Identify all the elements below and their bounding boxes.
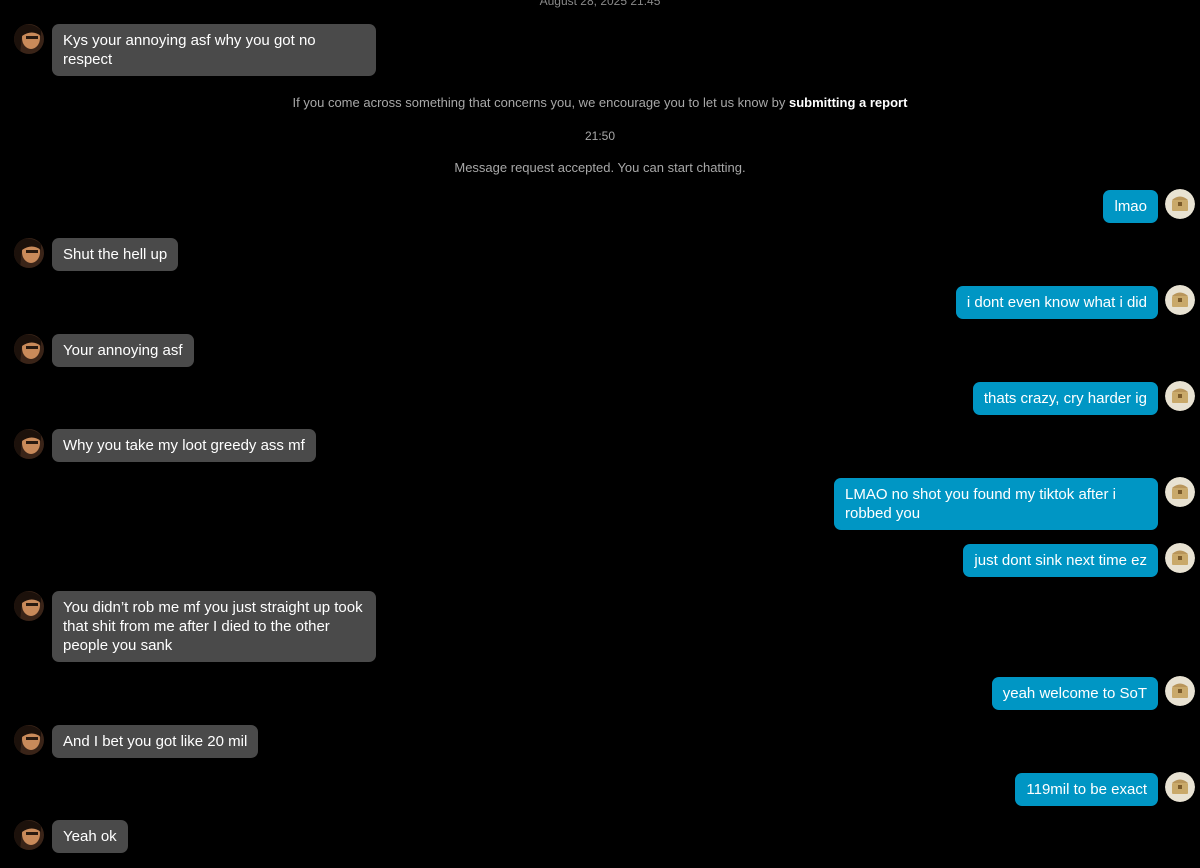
treasure-chest-avatar-icon [1165,189,1195,219]
user-avatar-icon [14,24,44,54]
message-bubble-outgoing[interactable]: thats crazy, cry harder ig [972,382,1158,415]
own-avatar[interactable] [1165,285,1195,315]
message-bubble-incoming[interactable]: Shut the hell up [52,238,179,271]
own-avatar[interactable] [1165,381,1195,411]
user-avatar-icon [14,429,44,459]
treasure-chest-avatar-icon [1165,477,1195,507]
own-avatar[interactable] [1165,189,1195,219]
chat-thread: August 28, 2025 21:45 If you come across… [0,0,1200,868]
message-bubble-outgoing[interactable]: lmao [1103,190,1158,223]
message-bubble-incoming[interactable]: Your annoying asf [52,334,194,367]
sender-avatar[interactable] [14,334,44,364]
message-bubble-outgoing[interactable]: 119mil to be exact [1015,773,1158,806]
message-bubble-incoming[interactable]: You didn’t rob me mf you just straight u… [52,591,376,662]
message-bubble-incoming[interactable]: And I bet you got like 20 mil [52,725,259,758]
sender-avatar[interactable] [14,591,44,621]
own-avatar[interactable] [1165,543,1195,573]
sender-avatar[interactable] [14,820,44,850]
treasure-chest-avatar-icon [1165,285,1195,315]
message-bubble-outgoing[interactable]: i dont even know what i did [955,286,1158,319]
date-timestamp: August 28, 2025 21:45 [539,0,661,8]
report-notice-text: If you come across something that concer… [292,95,789,110]
user-avatar-icon [14,591,44,621]
user-avatar-icon [14,725,44,755]
request-accepted-notice: Message request accepted. You can start … [454,160,746,175]
own-avatar[interactable] [1165,676,1195,706]
own-avatar[interactable] [1165,772,1195,802]
own-avatar[interactable] [1165,477,1195,507]
user-avatar-icon [14,238,44,268]
message-bubble-incoming[interactable]: Kys your annoying asf why you got no res… [52,24,376,76]
sender-avatar[interactable] [14,238,44,268]
user-avatar-icon [14,334,44,364]
submit-report-link[interactable]: submitting a report [789,95,907,110]
message-bubble-incoming[interactable]: Why you take my loot greedy ass mf [52,429,316,462]
sender-avatar[interactable] [14,429,44,459]
report-notice: If you come across something that concer… [0,95,1200,110]
treasure-chest-avatar-icon [1165,381,1195,411]
message-bubble-incoming[interactable]: Yeah ok [52,820,128,853]
treasure-chest-avatar-icon [1165,676,1195,706]
time-divider: 21:50 [584,129,616,143]
treasure-chest-avatar-icon [1165,772,1195,802]
sender-avatar[interactable] [14,24,44,54]
message-bubble-outgoing[interactable]: yeah welcome to SoT [991,677,1158,710]
sender-avatar[interactable] [14,725,44,755]
user-avatar-icon [14,820,44,850]
message-bubble-outgoing[interactable]: just dont sink next time ez [963,544,1158,577]
message-bubble-outgoing[interactable]: LMAO no shot you found my tiktok after i… [834,478,1158,530]
treasure-chest-avatar-icon [1165,543,1195,573]
